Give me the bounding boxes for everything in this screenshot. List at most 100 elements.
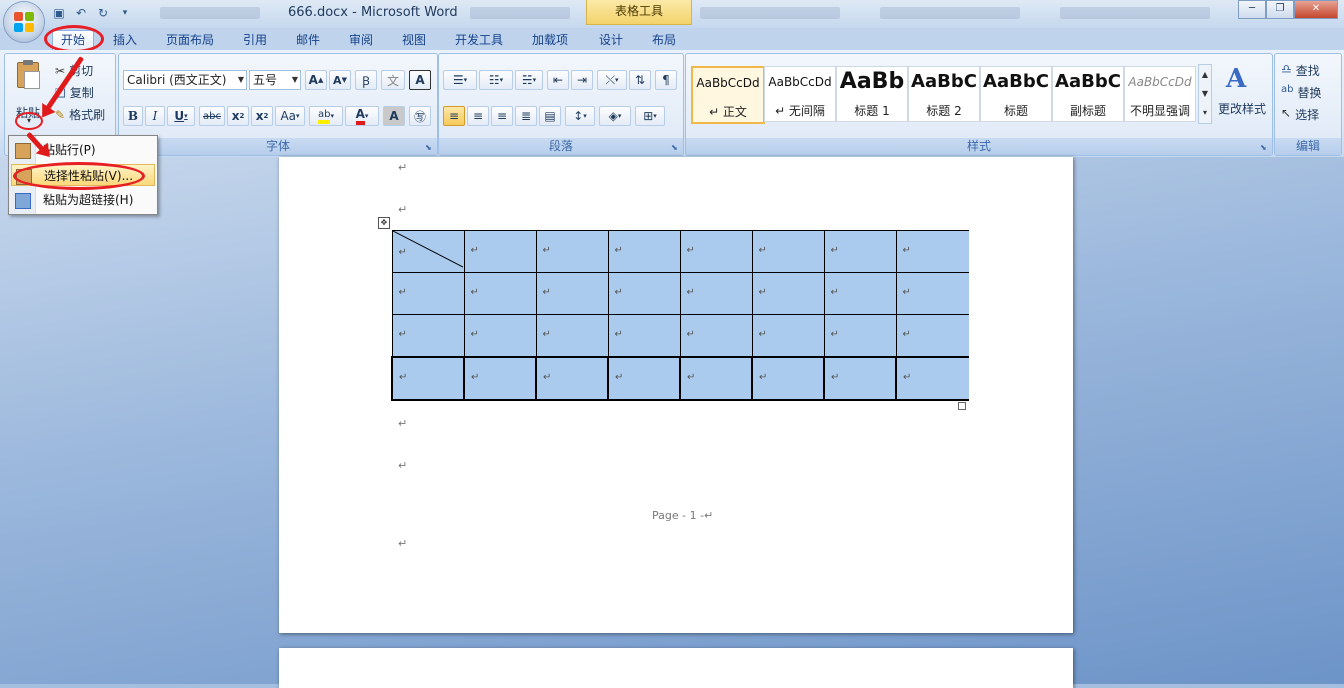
clear-format-icon[interactable]: Ꞵ bbox=[355, 70, 377, 90]
line-spacing-button[interactable]: ↕ ▾ bbox=[565, 106, 595, 126]
table-cell[interactable]: ↵ bbox=[823, 272, 897, 315]
align-left-button[interactable]: ≡ bbox=[443, 106, 465, 126]
table-cell[interactable]: ↵ bbox=[679, 272, 753, 315]
find-button[interactable]: ♎ 查找 bbox=[1281, 62, 1320, 79]
table-cell[interactable]: ↵ bbox=[535, 314, 609, 358]
style-heading-1[interactable]: AaBb 标题 1 bbox=[836, 66, 908, 122]
tab-design[interactable]: 设计 bbox=[599, 31, 623, 50]
maximize-button[interactable]: ❐ bbox=[1266, 0, 1294, 19]
dialog-launcher-icon[interactable]: ⬊ bbox=[425, 143, 434, 152]
table-cell[interactable]: ↵ bbox=[535, 356, 609, 401]
style-no-spacing[interactable]: AaBbCcDd ↵ 无间隔 bbox=[764, 66, 836, 122]
justify-button[interactable]: ≣ bbox=[515, 106, 537, 126]
customize-qat-icon[interactable]: ▾ bbox=[116, 4, 134, 22]
style-title[interactable]: AaBbC 标题 bbox=[980, 66, 1052, 122]
table-cell[interactable]: ↵ bbox=[895, 314, 969, 358]
tab-references[interactable]: 引用 bbox=[243, 31, 267, 50]
bold-button[interactable]: B bbox=[123, 106, 143, 126]
table-move-handle-icon[interactable]: ✥ bbox=[378, 217, 390, 229]
table-cell[interactable]: ↵ bbox=[679, 230, 753, 273]
table-cell[interactable]: ↵ bbox=[751, 314, 825, 358]
table-cell[interactable]: ↵ bbox=[823, 230, 897, 273]
table-cell[interactable]: ↵ bbox=[463, 314, 537, 358]
table-cell[interactable]: ↵ bbox=[607, 356, 681, 401]
table-cell[interactable]: ↵ bbox=[895, 356, 969, 401]
italic-button[interactable]: I bbox=[145, 106, 165, 126]
tab-page-layout[interactable]: 页面布局 bbox=[166, 31, 214, 50]
table-cell[interactable]: ↵ bbox=[463, 272, 537, 315]
table-cell[interactable]: ↵ bbox=[391, 356, 465, 401]
redo-icon[interactable]: ↻ bbox=[94, 4, 112, 22]
decrease-indent-button[interactable]: ⇤ bbox=[547, 70, 569, 90]
change-case-button[interactable]: Aa ▾ bbox=[275, 106, 305, 126]
styles-scroll[interactable]: ▲ ▼ ▾ bbox=[1198, 64, 1212, 124]
table-cell[interactable]: ↵ bbox=[679, 314, 753, 358]
distributed-button[interactable]: ▤ bbox=[539, 106, 561, 126]
show-marks-button[interactable]: ¶ bbox=[655, 70, 677, 90]
tab-view[interactable]: 视图 bbox=[402, 31, 426, 50]
tab-addins[interactable]: 加载项 bbox=[532, 31, 568, 50]
numbering-button[interactable]: ☷ ▾ bbox=[479, 70, 513, 90]
font-name-combo[interactable]: Calibri (西文正文) ▼ bbox=[123, 70, 247, 90]
multilevel-list-button[interactable]: ☵ ▾ bbox=[515, 70, 543, 90]
table-cell[interactable]: ↵ bbox=[679, 356, 753, 401]
superscript-button[interactable]: x2 bbox=[251, 106, 273, 126]
tab-review[interactable]: 审阅 bbox=[349, 31, 373, 50]
document-table[interactable]: ↵ ↵ ↵ ↵ ↵ ↵ ↵ ↵ ↵ ↵ ↵ ↵ ↵ ↵ ↵ ↵ ↵ ↵ ↵ ↵ … bbox=[391, 230, 969, 401]
font-size-combo[interactable]: 五号 ▼ bbox=[249, 70, 301, 90]
table-cell[interactable]: ↵ bbox=[823, 314, 897, 358]
table-cell[interactable]: ↵ bbox=[463, 230, 537, 273]
office-button[interactable] bbox=[4, 2, 44, 42]
align-center-button[interactable]: ≡ bbox=[467, 106, 489, 126]
save-icon[interactable]: ▣ bbox=[50, 4, 68, 22]
highlight-color-button[interactable]: ab ▾ bbox=[309, 106, 343, 126]
table-resize-handle[interactable] bbox=[958, 402, 966, 410]
table-cell[interactable]: ↵ bbox=[391, 272, 465, 315]
change-styles-button[interactable]: A 更改样式 bbox=[1214, 58, 1270, 128]
dialog-launcher-icon[interactable]: ⬊ bbox=[1260, 143, 1269, 152]
table-cell[interactable]: ↵ bbox=[751, 272, 825, 315]
font-color-button[interactable]: A ▾ bbox=[345, 106, 379, 126]
increase-indent-button[interactable]: ⇥ bbox=[571, 70, 593, 90]
document-page[interactable] bbox=[279, 648, 1073, 688]
style-subtitle[interactable]: AaBbC 副标题 bbox=[1052, 66, 1124, 122]
table-cell[interactable]: ↵ bbox=[895, 272, 969, 315]
char-border-icon[interactable]: A bbox=[409, 70, 431, 90]
undo-icon[interactable]: ↶ bbox=[72, 4, 90, 22]
tab-mailings[interactable]: 邮件 bbox=[296, 31, 320, 50]
tab-layout[interactable]: 布局 bbox=[652, 31, 676, 50]
sort-button[interactable]: ⇅ bbox=[629, 70, 651, 90]
select-button[interactable]: ↖ 选择 bbox=[1281, 106, 1319, 123]
bullets-button[interactable]: ☰ ▾ bbox=[443, 70, 477, 90]
table-cell[interactable]: ↵ bbox=[751, 356, 825, 401]
table-cell[interactable]: ↵ bbox=[463, 356, 537, 401]
minimize-button[interactable]: ─ bbox=[1238, 0, 1266, 19]
table-cell[interactable]: ↵ bbox=[751, 230, 825, 273]
table-cell[interactable]: ↵ bbox=[895, 230, 969, 273]
enclose-char-icon[interactable]: ㊢ bbox=[409, 106, 431, 126]
table-cell[interactable]: ↵ bbox=[607, 272, 681, 315]
style-subtle-emphasis[interactable]: AaBbCcDd 不明显强调 bbox=[1124, 66, 1196, 122]
table-cell[interactable]: ↵ bbox=[607, 230, 681, 273]
borders-button[interactable]: ⊞ ▾ bbox=[635, 106, 665, 126]
subscript-button[interactable]: x2 bbox=[227, 106, 249, 126]
table-cell[interactable]: ↵ bbox=[535, 272, 609, 315]
shrink-font-button[interactable]: A ▼ bbox=[329, 70, 351, 90]
align-right-button[interactable]: ≡ bbox=[491, 106, 513, 126]
phonetic-guide-icon[interactable]: 文 bbox=[381, 70, 405, 90]
style-normal[interactable]: AaBbCcDd ↵ 正文 bbox=[691, 66, 765, 124]
style-heading-2[interactable]: AaBbC 标题 2 bbox=[908, 66, 980, 122]
strikethrough-button[interactable]: abc bbox=[199, 106, 225, 126]
tab-insert[interactable]: 插入 bbox=[113, 31, 137, 50]
underline-button[interactable]: U ▾ bbox=[167, 106, 195, 126]
shading-button[interactable]: ◈ ▾ bbox=[599, 106, 631, 126]
table-cell[interactable]: ↵ bbox=[391, 314, 465, 358]
tab-developer[interactable]: 开发工具 bbox=[455, 31, 503, 50]
replace-button[interactable]: ab 替换 bbox=[1281, 84, 1322, 101]
dialog-launcher-icon[interactable]: ⬊ bbox=[671, 143, 680, 152]
table-cell[interactable]: ↵ bbox=[823, 356, 897, 401]
close-button[interactable]: ✕ bbox=[1294, 0, 1338, 19]
char-shading-button[interactable]: A bbox=[383, 106, 405, 126]
table-cell-diagonal[interactable]: ↵ bbox=[391, 230, 465, 273]
format-painter-button[interactable]: ✎ 格式刷 bbox=[55, 106, 105, 123]
